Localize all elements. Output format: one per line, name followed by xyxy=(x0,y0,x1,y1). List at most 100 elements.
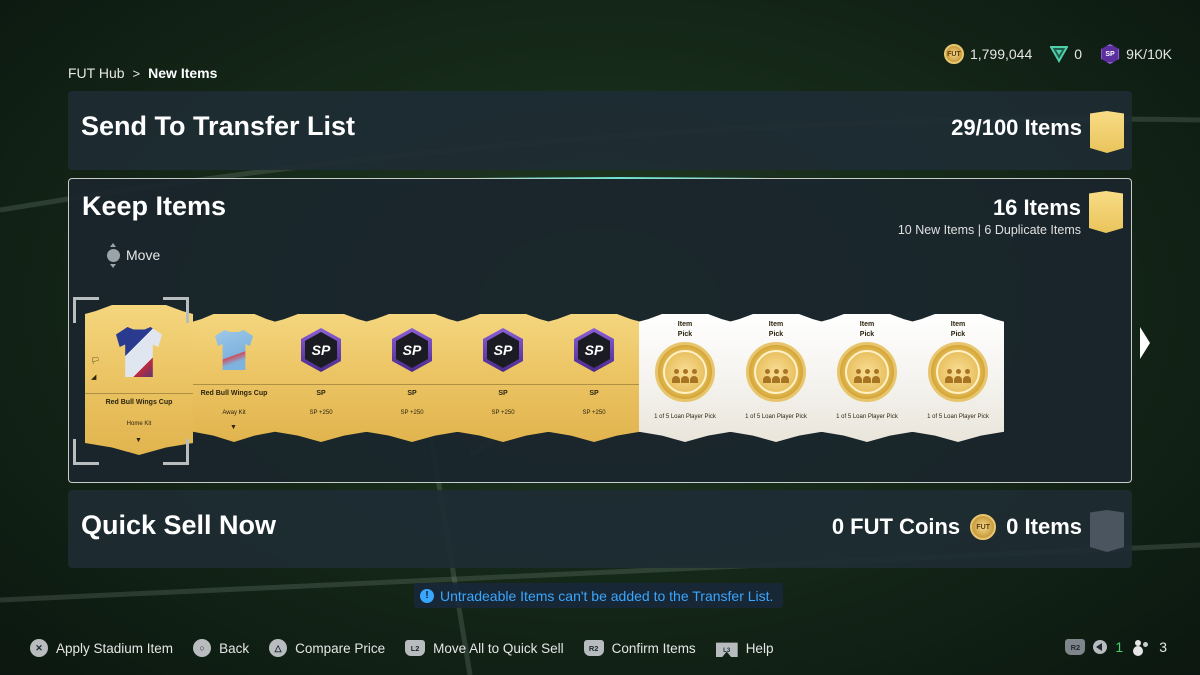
transfer-card-slot-icon xyxy=(1090,111,1124,153)
player-pick-medal-icon xyxy=(837,342,897,402)
away-kit-shirt-icon xyxy=(215,330,253,370)
card-title: SP xyxy=(316,390,326,397)
card-header: Pick xyxy=(677,331,693,338)
breadcrumb-current: New Items xyxy=(148,65,218,81)
players-icon xyxy=(1131,640,1151,654)
card-subtitle: SP +250 xyxy=(309,410,333,416)
quick-sell-items: 0 Items xyxy=(1006,514,1082,539)
keep-card-slot-icon xyxy=(1089,191,1123,233)
player-pick-medal-icon xyxy=(655,342,715,402)
help-button[interactable]: L3 Help xyxy=(715,639,774,657)
confirm-items-label: Confirm Items xyxy=(611,640,696,656)
card-header: Item xyxy=(950,321,966,328)
fut-coin-icon: FUT xyxy=(943,44,964,64)
scroll-right-arrow-icon[interactable] xyxy=(1140,327,1150,359)
controller-hints: ✕ Apply Stadium Item ○ Back △ Compare Pr… xyxy=(30,639,793,657)
touchpad-button-icon: L3 xyxy=(715,642,738,657)
card-subtitle: SP +250 xyxy=(491,410,515,416)
fut-coin-icon: FUT xyxy=(970,514,997,540)
fc-points-icon xyxy=(1050,46,1069,63)
move-hint: Move xyxy=(107,242,160,268)
item-card-away-kit[interactable]: Red Bull Wings Cup Away Kit ▼ xyxy=(193,314,275,442)
voice-count: 1 xyxy=(1115,639,1124,655)
card-subtitle: 1 of 5 Loan Player Pick xyxy=(745,414,807,420)
card-subtitle: Away Kit xyxy=(222,410,246,416)
card-divider xyxy=(366,384,458,385)
send-to-transfer-list-panel[interactable]: Send To Transfer List 29/100 Items xyxy=(68,91,1132,170)
item-card-loan-player-pick[interactable]: Item Pick 1 of 5 Loan Player Pick xyxy=(730,314,822,442)
sp-badge-icon: SP xyxy=(301,328,341,372)
item-card-loan-player-pick[interactable]: Item Pick 1 of 5 Loan Player Pick xyxy=(912,314,1004,442)
quick-sell-now-panel[interactable]: Quick Sell Now 0 FUT Coins FUT 0 Items xyxy=(68,490,1132,568)
card-subtitle: 1 of 5 Loan Player Pick xyxy=(654,414,716,420)
sp-balance: 9K/10K xyxy=(1126,46,1172,62)
card-divider xyxy=(275,384,367,385)
confirm-items-button[interactable]: R2 Confirm Items xyxy=(583,640,696,656)
help-label: Help xyxy=(745,640,774,656)
notice-text: Untradeable Items can't be added to the … xyxy=(440,587,774,604)
quick-sell-card-slot-icon xyxy=(1090,510,1124,552)
back-button[interactable]: ○ Back xyxy=(193,639,249,657)
card-divider xyxy=(457,384,549,385)
item-cards-row: 🏳 ◢ Red Bull Wings Cup Home Kit ▼ Red Bu… xyxy=(73,297,1023,467)
card-title: SP xyxy=(407,390,417,397)
card-subtitle: 1 of 5 Loan Player Pick xyxy=(836,414,898,420)
footer-status: R2 1 3 xyxy=(1065,639,1167,655)
sp-icon: SP xyxy=(1101,44,1120,64)
breadcrumb-root[interactable]: FUT Hub xyxy=(68,65,125,81)
item-card-sp[interactable]: SP SP SP +250 xyxy=(275,314,367,442)
breadcrumb: FUT Hub > New Items xyxy=(68,65,217,81)
transfer-list-count: 29/100 Items xyxy=(951,115,1082,140)
compare-price-button[interactable]: △ Compare Price xyxy=(269,639,385,657)
item-card-loan-player-pick[interactable]: Item Pick 1 of 5 Loan Player Pick xyxy=(639,314,731,442)
back-label: Back xyxy=(219,640,250,656)
card-header: Pick xyxy=(950,331,966,338)
card-header: Pick xyxy=(859,331,875,338)
card-divider xyxy=(548,384,640,385)
keep-items-title: Keep Items xyxy=(82,191,227,221)
currency-bar: FUT 1,799,044 0 SP 9K/10K xyxy=(943,44,1172,64)
cross-button-icon: ✕ xyxy=(30,639,48,657)
apply-stadium-item-button[interactable]: ✕ Apply Stadium Item xyxy=(30,639,173,657)
quick-sell-coins: 0 FUT Coins xyxy=(831,514,961,539)
card-subtitle: SP +250 xyxy=(582,410,606,416)
info-icon: ! xyxy=(420,588,434,603)
l2-button-icon: L2 xyxy=(405,640,426,656)
untradeable-notice: ! Untradeable Items can't be added to th… xyxy=(414,583,784,608)
breadcrumb-separator-icon: > xyxy=(132,65,141,81)
kit-icon: ▼ xyxy=(230,424,237,431)
move-all-to-quick-sell-button[interactable]: L2 Move All to Quick Sell xyxy=(405,640,564,656)
keep-items-panel[interactable]: Keep Items 16 Items 10 New Items | 6 Dup… xyxy=(68,177,1132,483)
sp-badge-icon: SP xyxy=(574,328,614,372)
quick-sell-summary: 0 FUT Coins FUT 0 Items xyxy=(832,514,1082,540)
card-header: Item xyxy=(859,321,875,328)
card-subtitle: 1 of 5 Loan Player Pick xyxy=(927,414,989,420)
r2-status-icon: R2 xyxy=(1065,639,1086,655)
card-title: SP xyxy=(498,390,508,397)
compare-price-label: Compare Price xyxy=(295,640,386,656)
keep-items-breakdown: 10 New Items | 6 Duplicate Items xyxy=(897,223,1081,237)
selection-brackets xyxy=(73,297,189,465)
item-card-sp[interactable]: SP SP SP +250 xyxy=(548,314,640,442)
circle-button-icon: ○ xyxy=(193,639,212,657)
quick-sell-title: Quick Sell Now xyxy=(81,510,277,540)
card-title: SP xyxy=(589,390,599,397)
item-card-sp[interactable]: SP SP SP +250 xyxy=(457,314,549,442)
card-title: Red Bull Wings Cup xyxy=(200,390,268,397)
card-header: Pick xyxy=(768,331,784,338)
coins-balance: 1,799,044 xyxy=(969,46,1033,62)
move-all-to-quick-sell-label: Move All to Quick Sell xyxy=(433,640,564,656)
item-card-sp[interactable]: SP SP SP +250 xyxy=(366,314,458,442)
r2-button-icon: R2 xyxy=(583,640,604,656)
sp-badge-icon: SP xyxy=(483,328,523,372)
sp-badge-icon: SP xyxy=(392,328,432,372)
points-balance: 0 xyxy=(1074,46,1083,62)
card-subtitle: SP +250 xyxy=(400,410,424,416)
card-divider xyxy=(193,384,275,385)
item-card-loan-player-pick[interactable]: Item Pick 1 of 5 Loan Player Pick xyxy=(821,314,913,442)
player-pick-medal-icon xyxy=(746,342,806,402)
apply-stadium-item-label: Apply Stadium Item xyxy=(56,640,174,656)
player-pick-medal-icon xyxy=(928,342,988,402)
card-header: Item xyxy=(677,321,693,328)
card-header: Item xyxy=(768,321,784,328)
